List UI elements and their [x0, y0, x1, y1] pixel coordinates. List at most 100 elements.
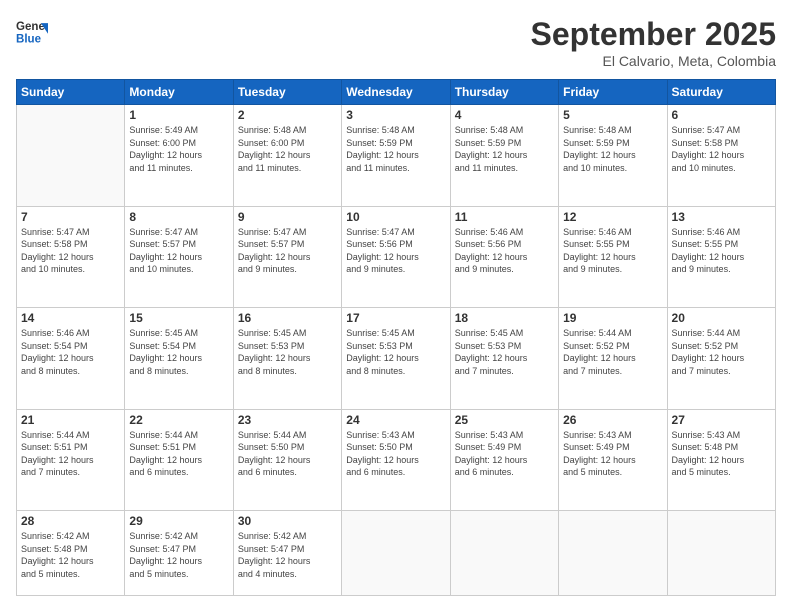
calendar-cell: 26 Sunrise: 5:43 AMSunset: 5:49 PMDayligh… — [559, 409, 667, 511]
day-info: Sunrise: 5:49 AMSunset: 6:00 PMDaylight:… — [129, 124, 228, 174]
svg-text:Blue: Blue — [16, 34, 42, 46]
day-number: 3 — [346, 108, 445, 122]
page: General Blue September 2025 El Calvario,… — [0, 0, 792, 612]
day-info: Sunrise: 5:48 AMSunset: 5:59 PMDaylight:… — [563, 124, 662, 174]
header: General Blue September 2025 El Calvario,… — [16, 16, 776, 69]
day-number: 14 — [21, 311, 120, 325]
calendar-cell: 12 Sunrise: 5:46 AMSunset: 5:55 PMDayligh… — [559, 206, 667, 308]
calendar-cell: 16Sunrise: 5:45 AMSunset: 5:53 PMDayligh… — [233, 308, 341, 410]
day-info: Sunrise: 5:48 AMSunset: 5:59 PMDaylight:… — [455, 124, 554, 174]
day-info: Sunrise: 5:45 AMSunset: 5:53 PMDaylight:… — [346, 327, 445, 377]
day-info: Sunrise: 5:45 AMSunset: 5:54 PMDaylight:… — [129, 327, 228, 377]
day-number: 4 — [455, 108, 554, 122]
weekday-thursday: Thursday — [450, 80, 558, 105]
day-info: Sunrise: 5:44 AMSunset: 5:51 PMDaylight:… — [21, 429, 120, 479]
day-info: Sunrise: 5:47 AMSunset: 5:58 PMDaylight:… — [672, 124, 771, 174]
day-number: 10 — [346, 210, 445, 224]
day-info: Sunrise: 5:46 AMSunset: 5:56 PMDaylight:… — [455, 226, 554, 276]
day-number: 17 — [346, 311, 445, 325]
day-number: 1 — [129, 108, 228, 122]
day-info: Sunrise: 5:47 AMSunset: 5:57 PMDaylight:… — [129, 226, 228, 276]
calendar-cell: 6 Sunrise: 5:47 AMSunset: 5:58 PMDaylight… — [667, 105, 775, 207]
month-title: September 2025 — [531, 16, 776, 53]
day-info: Sunrise: 5:47 AMSunset: 5:58 PMDaylight:… — [21, 226, 120, 276]
day-number: 28 — [21, 514, 120, 528]
calendar-cell: 8Sunrise: 5:47 AMSunset: 5:57 PMDaylight… — [125, 206, 233, 308]
day-info: Sunrise: 5:46 AMSunset: 5:55 PMDaylight:… — [672, 226, 771, 276]
calendar-cell: 22Sunrise: 5:44 AMSunset: 5:51 PMDayligh… — [125, 409, 233, 511]
weekday-sunday: Sunday — [17, 80, 125, 105]
week-row-5: 28 Sunrise: 5:42 AMSunset: 5:48 PMDayligh… — [17, 511, 776, 596]
day-number: 27 — [672, 413, 771, 427]
day-info: Sunrise: 5:43 AMSunset: 5:49 PMDaylight:… — [455, 429, 554, 479]
calendar-cell: 19 Sunrise: 5:44 AMSunset: 5:52 PMDayligh… — [559, 308, 667, 410]
weekday-friday: Friday — [559, 80, 667, 105]
day-info: Sunrise: 5:42 AMSunset: 5:48 PMDaylight:… — [21, 530, 120, 580]
day-number: 6 — [672, 108, 771, 122]
day-info: Sunrise: 5:44 AMSunset: 5:52 PMDaylight:… — [563, 327, 662, 377]
calendar-cell: 9 Sunrise: 5:47 AMSunset: 5:57 PMDaylight… — [233, 206, 341, 308]
day-info: Sunrise: 5:47 AMSunset: 5:56 PMDaylight:… — [346, 226, 445, 276]
calendar-cell: 4 Sunrise: 5:48 AMSunset: 5:59 PMDaylight… — [450, 105, 558, 207]
day-number: 5 — [563, 108, 662, 122]
week-row-3: 14 Sunrise: 5:46 AMSunset: 5:54 PMDayligh… — [17, 308, 776, 410]
location: El Calvario, Meta, Colombia — [531, 53, 776, 69]
day-number: 26 — [563, 413, 662, 427]
day-info: Sunrise: 5:46 AMSunset: 5:55 PMDaylight:… — [563, 226, 662, 276]
day-info: Sunrise: 5:43 AMSunset: 5:48 PMDaylight:… — [672, 429, 771, 479]
calendar-cell: 27 Sunrise: 5:43 AMSunset: 5:48 PMDayligh… — [667, 409, 775, 511]
weekday-saturday: Saturday — [667, 80, 775, 105]
week-row-1: 1 Sunrise: 5:49 AMSunset: 6:00 PMDaylight… — [17, 105, 776, 207]
weekday-wednesday: Wednesday — [342, 80, 450, 105]
weekday-monday: Monday — [125, 80, 233, 105]
calendar-cell: 7 Sunrise: 5:47 AMSunset: 5:58 PMDaylight… — [17, 206, 125, 308]
day-number: 23 — [238, 413, 337, 427]
week-row-4: 21Sunrise: 5:44 AMSunset: 5:51 PMDayligh… — [17, 409, 776, 511]
calendar-cell — [342, 511, 450, 596]
calendar-cell — [450, 511, 558, 596]
day-info: Sunrise: 5:44 AMSunset: 5:52 PMDaylight:… — [672, 327, 771, 377]
calendar-cell: 3 Sunrise: 5:48 AMSunset: 5:59 PMDaylight… — [342, 105, 450, 207]
day-number: 24 — [346, 413, 445, 427]
week-row-2: 7 Sunrise: 5:47 AMSunset: 5:58 PMDaylight… — [17, 206, 776, 308]
weekday-tuesday: Tuesday — [233, 80, 341, 105]
calendar-cell: 25 Sunrise: 5:43 AMSunset: 5:49 PMDayligh… — [450, 409, 558, 511]
day-number: 25 — [455, 413, 554, 427]
svg-text:General: General — [16, 21, 48, 33]
day-info: Sunrise: 5:43 AMSunset: 5:49 PMDaylight:… — [563, 429, 662, 479]
day-number: 29 — [129, 514, 228, 528]
calendar-cell: 11 Sunrise: 5:46 AMSunset: 5:56 PMDayligh… — [450, 206, 558, 308]
calendar-cell — [17, 105, 125, 207]
calendar-cell: 29 Sunrise: 5:42 AMSunset: 5:47 PMDayligh… — [125, 511, 233, 596]
logo-icon: General Blue — [16, 16, 48, 48]
day-info: Sunrise: 5:48 AMSunset: 5:59 PMDaylight:… — [346, 124, 445, 174]
day-info: Sunrise: 5:45 AMSunset: 5:53 PMDaylight:… — [238, 327, 337, 377]
calendar-cell: 23 Sunrise: 5:44 AMSunset: 5:50 PMDayligh… — [233, 409, 341, 511]
day-info: Sunrise: 5:42 AMSunset: 5:47 PMDaylight:… — [238, 530, 337, 580]
day-info: Sunrise: 5:45 AMSunset: 5:53 PMDaylight:… — [455, 327, 554, 377]
day-info: Sunrise: 5:46 AMSunset: 5:54 PMDaylight:… — [21, 327, 120, 377]
day-info: Sunrise: 5:44 AMSunset: 5:50 PMDaylight:… — [238, 429, 337, 479]
calendar-cell: 1 Sunrise: 5:49 AMSunset: 6:00 PMDaylight… — [125, 105, 233, 207]
calendar-cell: 24 Sunrise: 5:43 AMSunset: 5:50 PMDayligh… — [342, 409, 450, 511]
day-number: 9 — [238, 210, 337, 224]
day-info: Sunrise: 5:47 AMSunset: 5:57 PMDaylight:… — [238, 226, 337, 276]
day-info: Sunrise: 5:43 AMSunset: 5:50 PMDaylight:… — [346, 429, 445, 479]
day-number: 30 — [238, 514, 337, 528]
calendar-cell: 2 Sunrise: 5:48 AMSunset: 6:00 PMDaylight… — [233, 105, 341, 207]
day-number: 7 — [21, 210, 120, 224]
calendar-cell: 20Sunrise: 5:44 AMSunset: 5:52 PMDayligh… — [667, 308, 775, 410]
day-info: Sunrise: 5:42 AMSunset: 5:47 PMDaylight:… — [129, 530, 228, 580]
day-number: 12 — [563, 210, 662, 224]
day-number: 18 — [455, 311, 554, 325]
day-info: Sunrise: 5:48 AMSunset: 6:00 PMDaylight:… — [238, 124, 337, 174]
day-number: 11 — [455, 210, 554, 224]
calendar-cell — [667, 511, 775, 596]
day-number: 13 — [672, 210, 771, 224]
calendar-cell: 28 Sunrise: 5:42 AMSunset: 5:48 PMDayligh… — [17, 511, 125, 596]
day-number: 2 — [238, 108, 337, 122]
calendar-cell: 13 Sunrise: 5:46 AMSunset: 5:55 PMDayligh… — [667, 206, 775, 308]
calendar-cell — [559, 511, 667, 596]
day-number: 19 — [563, 311, 662, 325]
calendar-table: SundayMondayTuesdayWednesdayThursdayFrid… — [16, 79, 776, 596]
